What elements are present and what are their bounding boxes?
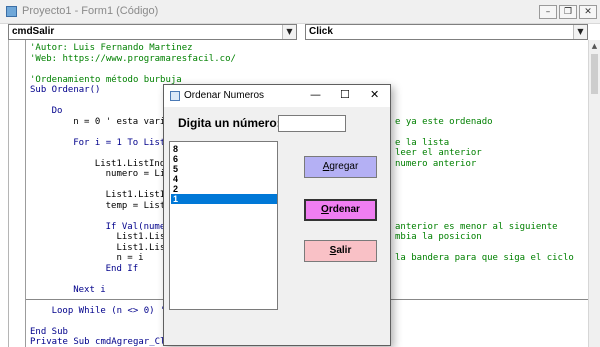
numbers-listbox[interactable]: 865421 xyxy=(169,141,278,310)
app-icon xyxy=(6,6,17,17)
code-line: n = 0 ' esta vari xyxy=(73,116,166,127)
code-comment-fragment: leer el anterior xyxy=(395,148,482,158)
dialog-maximize-button[interactable]: ☐ xyxy=(340,88,350,101)
list-item[interactable]: 6 xyxy=(171,154,277,164)
chevron-down-icon[interactable]: ▼ xyxy=(573,25,587,39)
code-comment-fragment: la bandera para que siga el ciclo xyxy=(395,253,574,263)
minimize-button[interactable]: – xyxy=(539,5,557,19)
list-item[interactable]: 4 xyxy=(171,174,277,184)
number-input[interactable] xyxy=(278,115,346,132)
code-line: 'Web: https://www.programaresfacil.co/ xyxy=(30,53,236,64)
chevron-down-icon[interactable]: ▼ xyxy=(282,25,296,39)
code-line: For i = 1 To List xyxy=(73,137,166,148)
code-line: Sub Ordenar() xyxy=(30,85,101,95)
add-button[interactable]: Agregar xyxy=(304,156,377,178)
add-button-label: gregar xyxy=(329,161,359,172)
scroll-thumb[interactable] xyxy=(591,54,598,94)
code-line: List1.ListInd xyxy=(94,158,166,169)
code-line: numero = Lis xyxy=(94,169,171,179)
code-line: Do xyxy=(51,106,63,116)
object-combo[interactable]: cmdSalir ▼ xyxy=(8,24,297,40)
object-combo-value: cmdSalir xyxy=(12,26,55,37)
dialog-minimize-button[interactable]: — xyxy=(310,88,321,101)
code-line: 'Autor: Luis Fernando Martinez xyxy=(30,43,193,53)
list-item[interactable]: 2 xyxy=(171,184,277,194)
code-line: End Sub xyxy=(30,326,68,337)
code-line: If Val(numer xyxy=(94,221,171,232)
dialog-title-bar: Ordenar Numeros — ☐ ✕ xyxy=(164,85,390,107)
code-comment-fragment: anterior es menor al siguiente xyxy=(395,221,558,232)
code-line: temp = List1 xyxy=(94,200,171,211)
ordenar-numeros-dialog: Ordenar Numeros — ☐ ✕ Digita un número: … xyxy=(163,84,391,346)
code-line: Next i xyxy=(73,284,106,295)
code-line: 'Ordenamiento método burbuja xyxy=(30,74,182,85)
exit-button-label: alir xyxy=(336,245,352,256)
code-line: List1.Lis xyxy=(94,232,166,242)
dialog-close-button[interactable]: ✕ xyxy=(370,88,379,101)
list-item[interactable]: 5 xyxy=(171,164,277,174)
code-line: List1.Lis xyxy=(94,242,166,253)
sort-button[interactable]: Ordenar xyxy=(304,199,377,221)
sort-button-mnemonic: O xyxy=(321,204,329,215)
restore-button[interactable]: ❐ xyxy=(559,5,577,19)
code-comment-fragment: e la lista xyxy=(395,137,450,148)
code-line: End If xyxy=(94,263,139,274)
list-item[interactable]: 1 xyxy=(171,194,277,204)
ide-title-bar: Proyecto1 - Form1 (Código) – ❐ ✕ xyxy=(0,0,600,24)
code-comment-fragment: e ya este ordenado xyxy=(395,116,493,127)
list-item[interactable]: 8 xyxy=(171,144,277,154)
procedure-combo-value: Click xyxy=(309,26,333,37)
code-comment-fragment: mbia la posicion xyxy=(395,232,482,242)
code-line: List1.ListIn xyxy=(94,190,171,200)
procedure-combo[interactable]: Click ▼ xyxy=(305,24,588,40)
code-comment-fragment: numero anterior xyxy=(395,158,477,169)
vertical-scrollbar[interactable]: ▲ xyxy=(588,40,600,347)
code-line: Loop While (n <> 0) ' xyxy=(51,305,166,316)
editor-margin xyxy=(25,40,26,347)
code-line: n = i xyxy=(94,253,144,263)
exit-button[interactable]: Salir xyxy=(304,240,377,262)
close-button[interactable]: ✕ xyxy=(579,5,597,19)
form-icon xyxy=(170,91,180,101)
window-title: Proyecto1 - Form1 (Código) xyxy=(22,5,159,17)
number-prompt-label: Digita un número: xyxy=(178,116,281,130)
sort-button-label: rdenar xyxy=(328,204,360,215)
scroll-up-icon[interactable]: ▲ xyxy=(589,40,600,52)
dialog-title: Ordenar Numeros xyxy=(184,90,265,101)
